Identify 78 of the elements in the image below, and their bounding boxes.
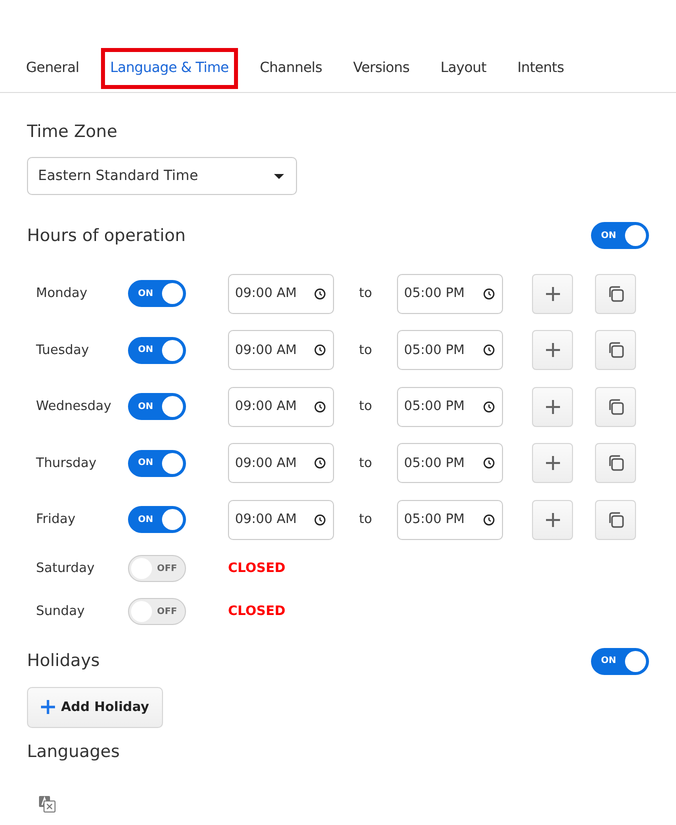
time-field[interactable]: 09:00 AM [228,330,334,370]
separator-label: to [358,342,374,358]
day-label: Monday [36,286,88,301]
closed-label: CLOSED [228,561,286,576]
clock-icon [483,400,495,412]
plus-icon [544,455,560,471]
plus-icon [41,700,55,714]
section-heading: Time Zone [27,122,118,142]
toggle-switch[interactable]: ON [128,450,186,476]
add-button[interactable] [532,500,573,540]
clock-icon [483,288,495,300]
time-field[interactable]: 09:00 AM [228,386,334,426]
closed-label: CLOSED [228,604,286,619]
tab[interactable]: Channels [250,48,332,89]
tab[interactable]: Intents [508,48,573,89]
toggle-switch[interactable]: OFF [128,555,186,582]
separator-label: to [358,456,374,470]
add-button[interactable] [532,386,573,426]
plus-icon [544,286,560,302]
copy-button[interactable] [595,274,636,314]
clock-icon [314,288,326,300]
copy-icon [606,454,624,472]
time-field[interactable]: 09:00 AM [228,500,334,540]
section-heading: Holidays [27,651,100,671]
translate-icon [38,794,56,812]
clock-icon [314,344,326,356]
toggle-switch[interactable]: ON [128,393,186,420]
toggle-switch[interactable]: ON [591,222,649,249]
time-field[interactable]: 09:00 AM [228,443,334,483]
clock-icon [314,514,326,526]
copy-icon [606,341,624,359]
plus-icon [544,342,560,358]
clock-icon [483,457,495,469]
time-field[interactable]: 05:00 PM [397,500,503,540]
clock-icon [314,400,326,412]
section-heading: Languages [27,742,121,762]
toggle-switch[interactable]: ON [128,336,186,364]
day-label: Friday [36,512,76,527]
add-holiday-button[interactable]: Add Holiday [27,686,164,728]
tab[interactable]: Versions [344,48,419,89]
separator-label: to [358,286,374,301]
time-field[interactable]: 05:00 PM [397,330,503,370]
toggle-switch[interactable]: ON [128,280,186,307]
copy-button[interactable] [595,500,636,540]
time-field[interactable]: 05:00 PM [397,274,503,314]
plus-icon [544,398,560,414]
time-field[interactable]: 05:00 PM [397,386,503,426]
tab[interactable]: Language & Time [101,48,238,89]
toggle-switch[interactable]: ON [591,648,649,674]
day-label: Sunday [36,604,86,619]
plus-icon [544,512,560,528]
add-button[interactable] [532,274,573,314]
day-label: Thursday [36,456,98,470]
add-button[interactable] [532,443,573,483]
copy-icon [606,398,624,416]
day-label: Wednesday [36,399,112,414]
section-heading: Hours of operation [27,226,186,246]
copy-icon [606,284,624,302]
copy-button[interactable] [595,386,636,426]
copy-button[interactable] [595,330,636,370]
tab[interactable]: General [17,48,88,89]
separator-label: to [358,399,374,414]
tab[interactable]: Layout [432,48,496,89]
day-label: Tuesday [36,342,90,358]
time-zone-dropdown[interactable]: Eastern Standard Time [27,157,297,195]
toggle-switch[interactable]: OFF [128,598,186,625]
copy-button[interactable] [595,443,636,483]
clock-icon [314,457,326,469]
separator-label: to [358,512,374,527]
clock-icon [483,344,495,356]
add-button[interactable] [532,330,573,370]
copy-icon [606,510,624,528]
time-field[interactable]: 05:00 PM [397,443,503,483]
caret-icon [274,174,284,178]
time-field[interactable]: 09:00 AM [228,274,334,314]
clock-icon [483,514,495,526]
day-label: Saturday [36,561,96,576]
toggle-switch[interactable]: ON [128,506,186,533]
